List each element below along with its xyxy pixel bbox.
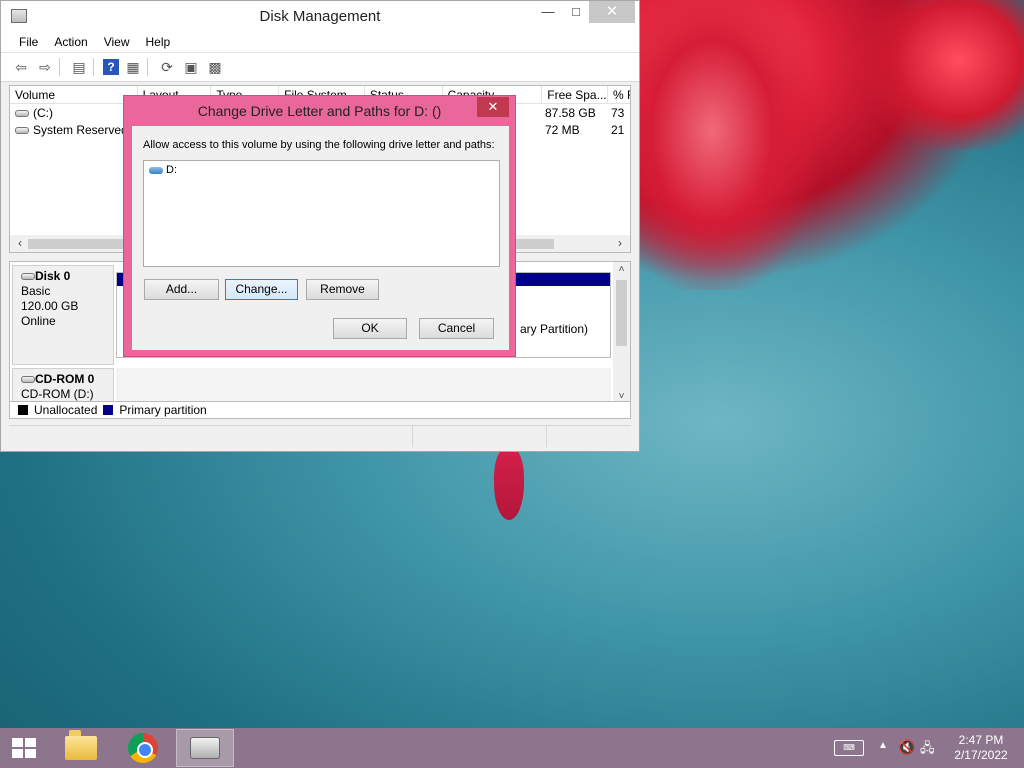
scroll-up-icon[interactable]: ˄ xyxy=(613,264,630,275)
show-hidden-icons-icon[interactable]: ▲ xyxy=(878,740,888,751)
ok-button[interactable]: OK xyxy=(333,318,407,339)
disk-management-icon xyxy=(190,737,220,759)
volume-percent-free: 73 xyxy=(611,105,625,120)
disk-0-label[interactable]: Disk 0 Basic 120.00 GB Online xyxy=(12,265,114,365)
clock-date: 2/17/2022 xyxy=(954,748,1008,762)
toolbar: ⇦ ⇨ ▤ ? ▦ ⟳ ▣ ▩ xyxy=(1,53,639,82)
drive-icon xyxy=(15,126,29,134)
cdrom-icon xyxy=(21,376,35,384)
dialog-instruction: Allow access to this volume by using the… xyxy=(143,139,495,151)
legend-unallocated: Unallocated xyxy=(34,403,98,417)
disk-size: 120.00 GB xyxy=(21,299,79,313)
menu-bar: File Action View Help xyxy=(1,33,639,53)
windows-logo-icon xyxy=(12,749,23,758)
forward-arrow-icon[interactable]: ⇨ xyxy=(35,57,55,77)
remove-button[interactable]: Remove xyxy=(306,279,379,300)
volume-free-space: 87.58 GB xyxy=(545,105,596,120)
taskbar: ⌨ ▲ 🔇 🖧 2:47 PM 2/17/2022 xyxy=(0,728,1024,768)
change-button[interactable]: Change... xyxy=(225,279,298,300)
file-explorer-icon xyxy=(65,730,97,760)
wallpaper-flower xyxy=(640,0,1024,300)
partition-description: ary Partition) xyxy=(519,322,588,336)
status-pane xyxy=(9,426,413,447)
column-free-space[interactable]: Free Spa... xyxy=(542,86,609,103)
status-pane xyxy=(413,426,547,447)
help-icon[interactable]: ? xyxy=(103,59,119,75)
unallocated-swatch xyxy=(18,405,28,415)
wallpaper-flower-stem xyxy=(494,448,524,520)
volume-percent-free: 21 xyxy=(611,122,625,137)
column-percent-free[interactable]: % F xyxy=(608,86,630,103)
disk-type: Basic xyxy=(21,284,51,298)
properties-icon[interactable]: ▣ xyxy=(181,57,201,77)
touch-keyboard-icon[interactable]: ⌨ xyxy=(834,740,864,756)
primary-partition-swatch xyxy=(103,405,114,415)
cdrom-drive: CD-ROM (D:) xyxy=(21,387,94,401)
legend-primary: Primary partition xyxy=(119,403,207,417)
chrome-icon xyxy=(128,733,158,763)
console-tree-icon[interactable]: ▤ xyxy=(69,57,89,77)
drive-icon xyxy=(149,166,163,174)
toolbar-separator xyxy=(147,58,153,76)
status-pane xyxy=(547,426,631,447)
wallpaper-flower-petal xyxy=(860,0,1024,150)
dialog-title[interactable]: Change Drive Letter and Paths for D: () xyxy=(124,96,515,126)
vertical-scrollbar[interactable]: ˄ ˅ xyxy=(613,262,630,418)
chrome-taskbar-button[interactable] xyxy=(114,729,172,767)
cdrom-name: CD-ROM 0 xyxy=(35,372,95,386)
disk-name: Disk 0 xyxy=(35,269,71,283)
menu-action[interactable]: Action xyxy=(46,33,95,52)
column-volume[interactable]: Volume xyxy=(10,86,138,103)
clock-time: 2:47 PM xyxy=(958,733,1004,747)
windows-logo-icon xyxy=(25,738,36,747)
back-arrow-icon[interactable]: ⇦ xyxy=(11,57,31,77)
menu-help[interactable]: Help xyxy=(138,33,179,52)
scroll-right-icon[interactable]: › xyxy=(612,236,628,250)
action-pane-icon[interactable]: ▦ xyxy=(123,57,143,77)
disk-management-taskbar-button[interactable] xyxy=(176,729,234,767)
volume-free-space: 72 MB xyxy=(545,122,580,137)
clock[interactable]: 2:47 PM 2/17/2022 xyxy=(948,733,1014,763)
volume-name: (C:) xyxy=(33,105,53,120)
dialog-body: Allow access to this volume by using the… xyxy=(132,126,509,350)
file-explorer-taskbar-button[interactable] xyxy=(52,729,110,767)
drive-path-label: D: xyxy=(166,164,177,176)
rescan-icon[interactable]: ▩ xyxy=(205,57,225,77)
disk-status: Online xyxy=(21,314,56,328)
cancel-button[interactable]: Cancel xyxy=(419,318,494,339)
scroll-left-icon[interactable]: ‹ xyxy=(12,236,28,250)
windows-logo-icon xyxy=(12,738,23,747)
legend: Unallocated Primary partition xyxy=(9,401,631,419)
close-button[interactable]: ✕ xyxy=(589,1,635,23)
refresh-icon[interactable]: ⟳ xyxy=(157,57,177,77)
menu-file[interactable]: File xyxy=(11,33,46,52)
drive-paths-list[interactable]: D: xyxy=(143,160,500,267)
network-icon[interactable]: 🖧 xyxy=(920,739,935,761)
menu-view[interactable]: View xyxy=(96,33,138,52)
minimize-button[interactable]: — xyxy=(533,1,563,23)
drive-icon xyxy=(15,109,29,117)
maximize-button[interactable]: □ xyxy=(563,1,589,23)
windows-logo-icon xyxy=(25,749,36,758)
dialog-close-button[interactable]: ✕ xyxy=(477,97,509,117)
change-drive-letter-dialog: Change Drive Letter and Paths for D: () … xyxy=(123,95,516,357)
scrollbar-thumb[interactable] xyxy=(616,280,627,346)
toolbar-separator xyxy=(93,58,99,76)
start-button[interactable] xyxy=(10,737,38,759)
drive-path-item[interactable]: D: xyxy=(149,164,494,176)
toolbar-separator xyxy=(59,58,65,76)
disk-icon xyxy=(21,273,35,281)
volume-name: System Reserved xyxy=(33,122,128,137)
window-titlebar[interactable]: Disk Management — □ ✕ xyxy=(1,1,639,33)
status-bar xyxy=(9,425,631,447)
wallpaper-flower-petal xyxy=(640,0,820,290)
add-button[interactable]: Add... xyxy=(144,279,219,300)
speaker-muted-icon[interactable]: 🔇 xyxy=(898,739,915,756)
